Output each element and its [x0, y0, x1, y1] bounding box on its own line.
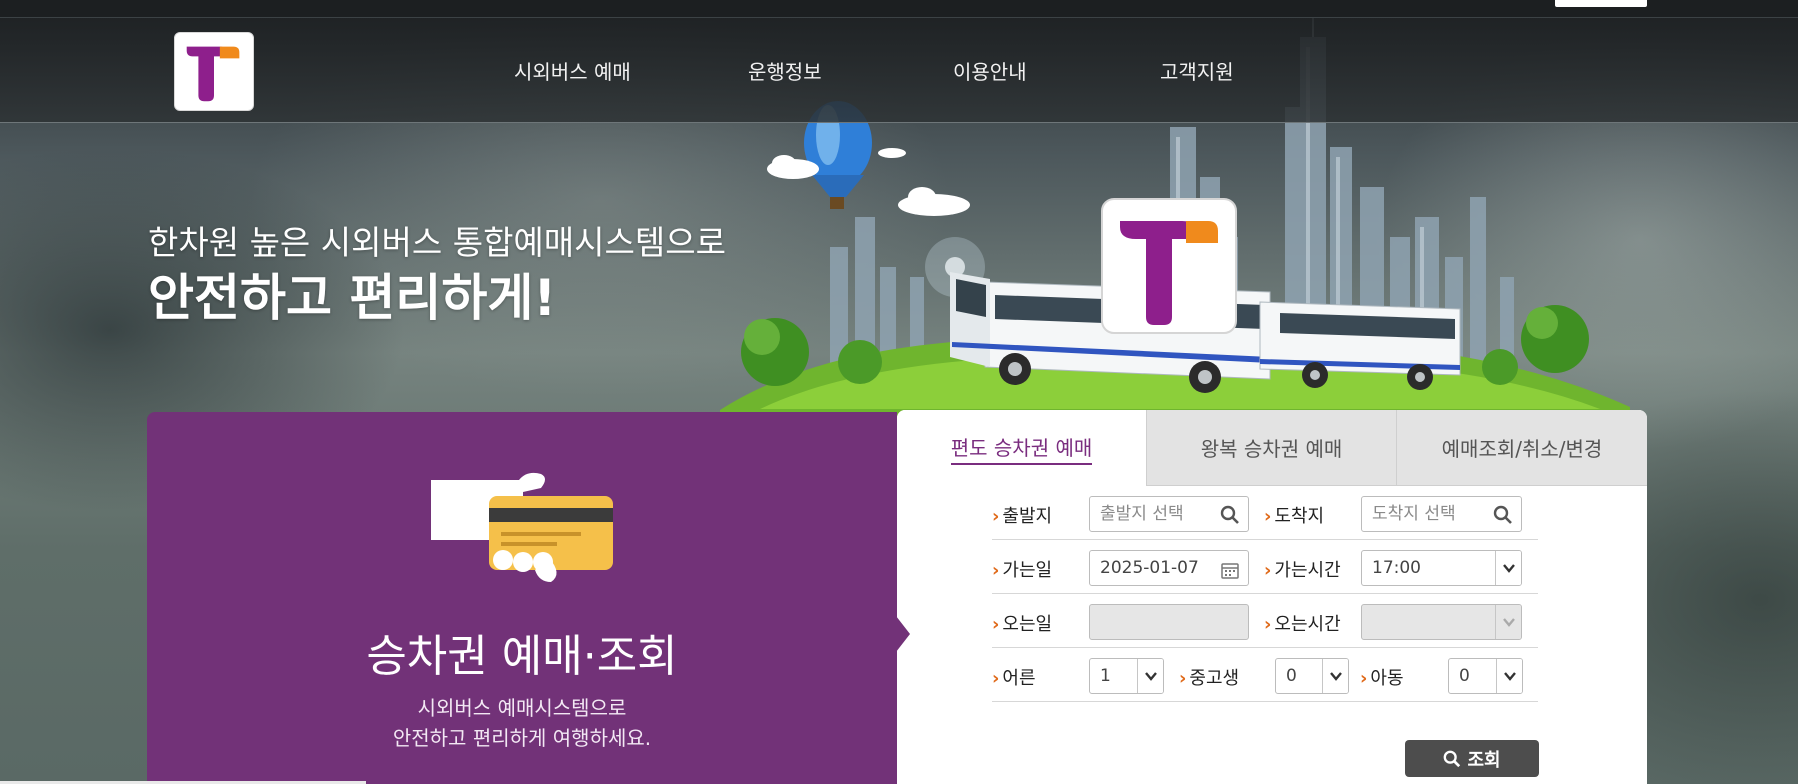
chevron-down-icon [1137, 659, 1163, 693]
form-row-departure: 가는일 2025-01-07 가는시간 17:00 [992, 540, 1538, 594]
booking-panel: 편도 승차권 예매 왕복 승차권 예매 예매조회/취소/변경 출발지 출발지 선… [897, 410, 1647, 784]
nav-usage-guide[interactable]: 이용안내 [953, 56, 1027, 85]
departure-date-input[interactable]: 2025-01-07 [1089, 550, 1249, 586]
promo-subtitle-line2: 안전하고 편리하게 여행하세요. [392, 726, 652, 750]
search-icon [1220, 505, 1239, 524]
origin-label: 출발지 [992, 502, 1052, 528]
nav-intercity-bus-booking[interactable]: 시외버스 예매 [514, 56, 631, 85]
search-button-label: 조회 [1467, 749, 1501, 771]
hero-headline-main: 안전하고 편리하게! [148, 269, 557, 327]
origin-input[interactable]: 출발지 선택 [1089, 496, 1249, 532]
destination-placeholder: 도착지 선택 [1372, 504, 1456, 524]
adult-count-value: 1 [1100, 666, 1111, 686]
departure-date-label: 가는일 [992, 556, 1052, 582]
tab-lookup-label: 예매조회/취소/변경 [1441, 437, 1603, 461]
destination-label: 도착지 [1264, 502, 1324, 528]
return-time-label: 오는시간 [1264, 610, 1340, 636]
tab-one-way-label: 편도 승차권 예매 [950, 432, 1093, 465]
departure-time-select[interactable]: 17:00 [1361, 550, 1522, 586]
chevron-down-icon [1322, 659, 1348, 693]
departure-time-label: 가는시간 [1264, 556, 1340, 582]
form-row-return: 오는일 오는시간 [992, 594, 1538, 648]
youth-count-select[interactable]: 0 [1275, 658, 1349, 694]
child-count-select[interactable]: 0 [1448, 658, 1523, 694]
adult-count-select[interactable]: 1 [1089, 658, 1164, 694]
tab-round-trip[interactable]: 왕복 승차권 예매 [1146, 410, 1396, 486]
search-icon [1493, 505, 1512, 524]
top-utility-button[interactable] [1555, 0, 1647, 7]
chevron-down-icon [1495, 605, 1521, 639]
hand-card-icon [431, 472, 613, 582]
origin-placeholder: 출발지 선택 [1100, 504, 1184, 524]
calendar-icon[interactable] [1220, 560, 1240, 580]
search-icon [1444, 750, 1461, 767]
chevron-down-icon [1495, 551, 1521, 585]
departure-date-value: 2025-01-07 [1100, 558, 1199, 578]
youth-count-value: 0 [1286, 666, 1297, 686]
t-logo-icon [186, 46, 240, 102]
tab-lookup-cancel-change[interactable]: 예매조회/취소/변경 [1396, 410, 1647, 486]
search-button[interactable]: 조회 [1405, 740, 1539, 777]
nav-customer-support[interactable]: 고객지원 [1160, 56, 1234, 85]
departure-time-value: 17:00 [1372, 558, 1421, 578]
return-time-select [1361, 604, 1522, 640]
return-date-input [1089, 604, 1249, 640]
site-logo[interactable] [174, 32, 254, 111]
child-count-value: 0 [1459, 666, 1470, 686]
child-label: 아동 [1360, 664, 1403, 690]
chevron-down-icon [1496, 659, 1522, 693]
promo-title: 승차권 예매·조회 [366, 631, 678, 682]
return-date-label: 오는일 [992, 610, 1052, 636]
tab-one-way[interactable]: 편도 승차권 예매 [897, 410, 1146, 486]
booking-tabs: 편도 승차권 예매 왕복 승차권 예매 예매조회/취소/변경 [897, 410, 1647, 486]
promo-pointer [896, 616, 910, 652]
form-row-route: 출발지 출발지 선택 도착지 도착지 선택 [992, 486, 1538, 540]
form-row-passengers: 어른 1 중고생 0 아동 0 [992, 648, 1538, 702]
tab-round-trip-label: 왕복 승차권 예매 [1200, 437, 1343, 461]
top-utility-bar [0, 0, 1798, 17]
hero-headline-sub: 한차원 높은 시외버스 통합예매시스템으로 [148, 223, 726, 262]
site-header: 시외버스 예매 운행정보 이용안내 고객지원 [0, 17, 1798, 123]
destination-input[interactable]: 도착지 선택 [1361, 496, 1522, 532]
ticket-promo-panel: 승차권 예매·조회 시외버스 예매시스템으로 안전하고 편리하게 여행하세요. [147, 412, 897, 784]
adult-label: 어른 [992, 664, 1035, 690]
youth-label: 중고생 [1179, 664, 1239, 690]
promo-subtitle-line1: 시외버스 예매시스템으로 [417, 696, 627, 720]
nav-operation-info[interactable]: 운행정보 [748, 56, 822, 85]
